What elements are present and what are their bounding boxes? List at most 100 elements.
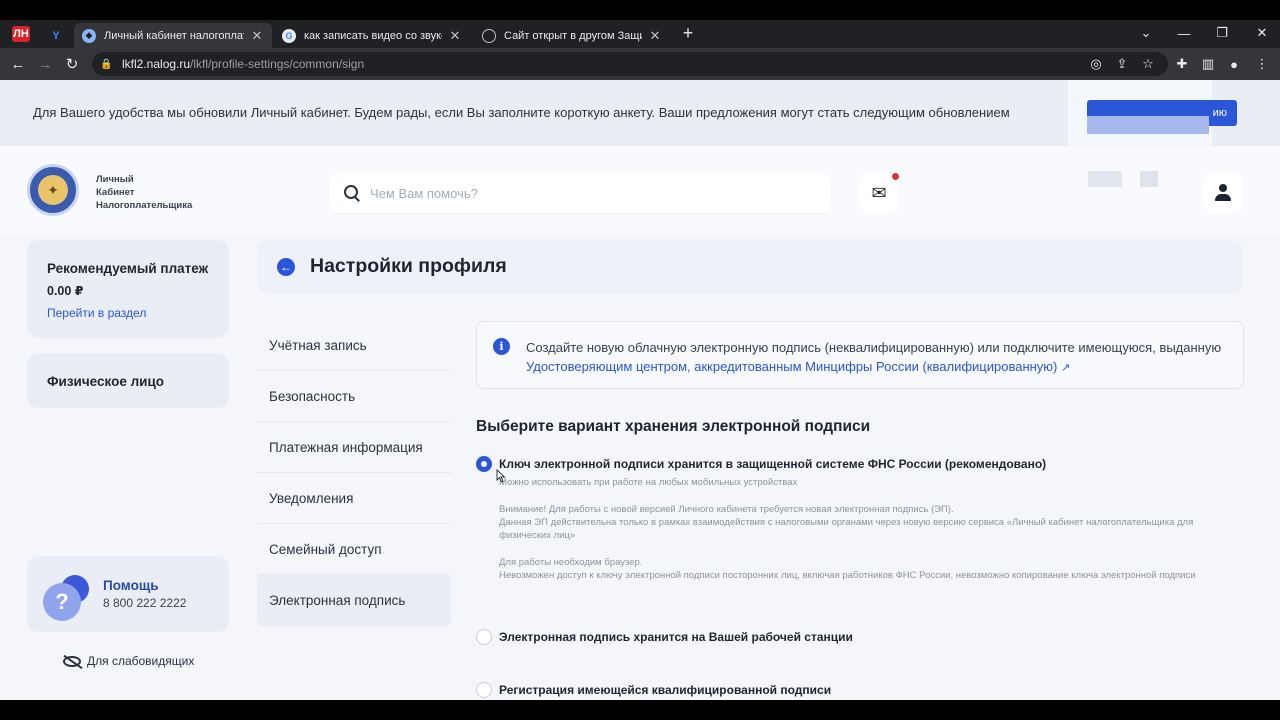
menu-item-family-access[interactable]: Семейный доступ — [257, 524, 451, 575]
arrow-left-icon[interactable]: ← — [277, 258, 295, 276]
recommended-payment-card: Рекомендуемый платеж 0.00 ₽ Перейти в ра… — [27, 240, 229, 338]
tab-title: Личный кабинет налогоплательщика — [104, 29, 244, 42]
accessibility-link[interactable]: Для слабовидящих — [63, 654, 194, 668]
shield-icon: ◆ — [82, 28, 96, 43]
individual-label: Физическое лицо — [47, 374, 165, 389]
search-input[interactable] — [370, 185, 790, 201]
accessibility-label: Для слабовидящих — [87, 654, 195, 668]
brand-line: Налогоплательщика — [96, 200, 193, 211]
envelope-icon: ✉ — [871, 182, 887, 203]
eye-slash-icon — [63, 655, 81, 667]
extensions-icon[interactable]: ✚ — [1172, 54, 1192, 74]
share-icon[interactable]: ⇪ — [1112, 54, 1132, 74]
option-note: Данная ЭП действительна только в рамках … — [499, 517, 1194, 541]
option-note: Можно использовать при работе на любых м… — [499, 477, 798, 488]
search-box[interactable] — [329, 173, 831, 213]
close-icon[interactable]: ✕ — [648, 28, 662, 44]
lock-icon: 🔒 — [100, 58, 113, 70]
profile-icon[interactable]: ● — [1224, 54, 1244, 74]
section-title: Выберите вариант хранения электронной по… — [476, 418, 871, 435]
menu-item-label: Учётная запись — [269, 337, 367, 353]
reload-button[interactable]: ↻ — [62, 54, 82, 74]
notification-dot — [892, 173, 899, 180]
bookmark-star-icon[interactable]: ☆ — [1138, 54, 1158, 74]
tab-title: как записать видео со звуком с экрана — [304, 29, 442, 42]
option-note: Внимание! Для работы с новой версией Лич… — [499, 504, 954, 515]
help-phone: 8 800 222 2222 — [103, 596, 187, 610]
globe-icon — [482, 28, 496, 43]
menu-item-payment-info[interactable]: Платежная информация — [257, 422, 451, 473]
go-to-section-link[interactable]: Перейти в раздел — [47, 306, 146, 320]
individual-card[interactable]: Физическое лицо — [27, 353, 229, 408]
tab-nalog-cabinet[interactable]: ◆ Личный кабинет налогоплательщика ✕ — [74, 23, 272, 48]
menu-item-account[interactable]: Учётная запись — [257, 320, 451, 371]
google-lens-icon[interactable]: ◎ — [1086, 54, 1106, 74]
help-card[interactable]: ? Помощь 8 800 222 2222 — [27, 556, 229, 632]
blurred-region — [1087, 116, 1209, 134]
url-host: lkfl2.nalog.ru — [122, 57, 191, 71]
help-icon: ? — [41, 573, 89, 621]
payment-amount: 0.00 ₽ — [47, 284, 84, 298]
menu-item-label: Уведомления — [269, 490, 354, 506]
info-notice: i Создайте новую облачную электронную по… — [476, 321, 1244, 389]
tab-strip: ЛН Y ◆ Личный кабинет налогоплательщика … — [0, 20, 1280, 48]
side-panel-icon[interactable]: ▥ — [1198, 54, 1218, 74]
close-icon[interactable]: ✕ — [250, 28, 264, 44]
menu-kebab-icon[interactable]: ⋮ — [1252, 54, 1272, 74]
screen-bottom-bar — [0, 700, 1280, 720]
survey-button-label: ию — [1212, 107, 1227, 119]
address-bar[interactable]: 🔒 lkfl2.nalog.ru/lkfl/profile-settings/c… — [92, 52, 1168, 76]
pinned-tab-label: ЛН — [13, 28, 29, 40]
new-tab-button[interactable]: + — [679, 24, 697, 42]
info-text-body: Создайте новую облачную электронную подп… — [526, 340, 1222, 355]
option-workstation-label[interactable]: Электронная подпись хранится на Вашей ра… — [499, 630, 853, 644]
pinned-tab-nalog[interactable]: ЛН — [12, 26, 30, 42]
forward-button[interactable]: → — [35, 54, 55, 74]
option-fns-storage-label[interactable]: Ключ электронной подписи хранится в защи… — [499, 457, 1046, 471]
menu-item-e-signature[interactable]: Электронная подпись — [257, 575, 451, 626]
minimize-button[interactable]: — — [1166, 22, 1202, 44]
settings-menu: Учётная запись Безопасность Платежная ин… — [257, 320, 451, 626]
pinned-tab-label: Y — [52, 30, 60, 42]
maximize-button[interactable]: ❐ — [1204, 22, 1240, 44]
blurred-region — [1140, 171, 1158, 187]
tab-protected-site[interactable]: Сайт открыт в другом Защищенном ✕ — [474, 23, 670, 48]
window-close-button[interactable]: ✕ — [1244, 22, 1280, 44]
payment-title: Рекомендуемый платеж — [47, 261, 209, 276]
banner-text: Для Вашего удобства мы обновили Личный к… — [33, 105, 1010, 120]
back-button[interactable]: ← — [8, 54, 28, 74]
mouse-cursor-icon — [496, 469, 506, 483]
external-link-icon[interactable]: ↗ — [1061, 362, 1070, 374]
radio-fns-storage[interactable] — [476, 456, 492, 472]
brand-name: Личный Кабинет Налогоплательщика — [96, 173, 192, 212]
menu-item-label: Семейный доступ — [269, 541, 382, 557]
close-icon[interactable]: ✕ — [448, 28, 462, 44]
page-viewport: Для Вашего удобства мы обновили Личный к… — [0, 80, 1280, 700]
brand-line: Личный — [96, 174, 134, 185]
accredited-center-link[interactable]: Удостоверяющим центром, аккредитованным … — [526, 359, 1057, 374]
menu-item-label: Платежная информация — [269, 439, 423, 455]
info-text: Создайте новую облачную электронную подп… — [526, 338, 1226, 378]
fns-emblem-logo[interactable]: ✦ — [27, 164, 79, 216]
radio-workstation-storage[interactable] — [476, 629, 492, 645]
search-icon — [343, 184, 361, 202]
menu-item-security[interactable]: Безопасность — [257, 371, 451, 422]
menu-item-label: Электронная подпись — [269, 593, 406, 608]
option-qualified-label[interactable]: Регистрация имеющейся квалифицированной … — [499, 683, 831, 697]
tab-search-chevron-icon[interactable]: ⌄ — [1128, 22, 1164, 44]
radio-qualified-registration[interactable] — [476, 682, 492, 698]
url-path: /lkfl/profile-settings/common/sign — [190, 57, 365, 71]
brand-line: Кабинет — [96, 187, 135, 198]
blurred-region — [1088, 171, 1122, 187]
user-profile-button[interactable] — [1203, 173, 1243, 213]
option-note: Невозможен доступ к ключу электронной по… — [499, 570, 1196, 581]
help-title: Помощь — [103, 578, 159, 593]
option-note: Для работы необходим браузер. — [499, 557, 643, 568]
pinned-tab-yandex[interactable]: Y — [45, 26, 67, 46]
page-title: Настройки профиля — [310, 255, 507, 277]
tab-search-video[interactable]: G как записать видео со звуком с экрана … — [274, 23, 470, 48]
screen-top-bar — [0, 0, 1280, 20]
menu-item-notifications[interactable]: Уведомления — [257, 473, 451, 524]
info-icon: i — [493, 338, 510, 355]
eagle-icon: ✦ — [38, 175, 68, 205]
